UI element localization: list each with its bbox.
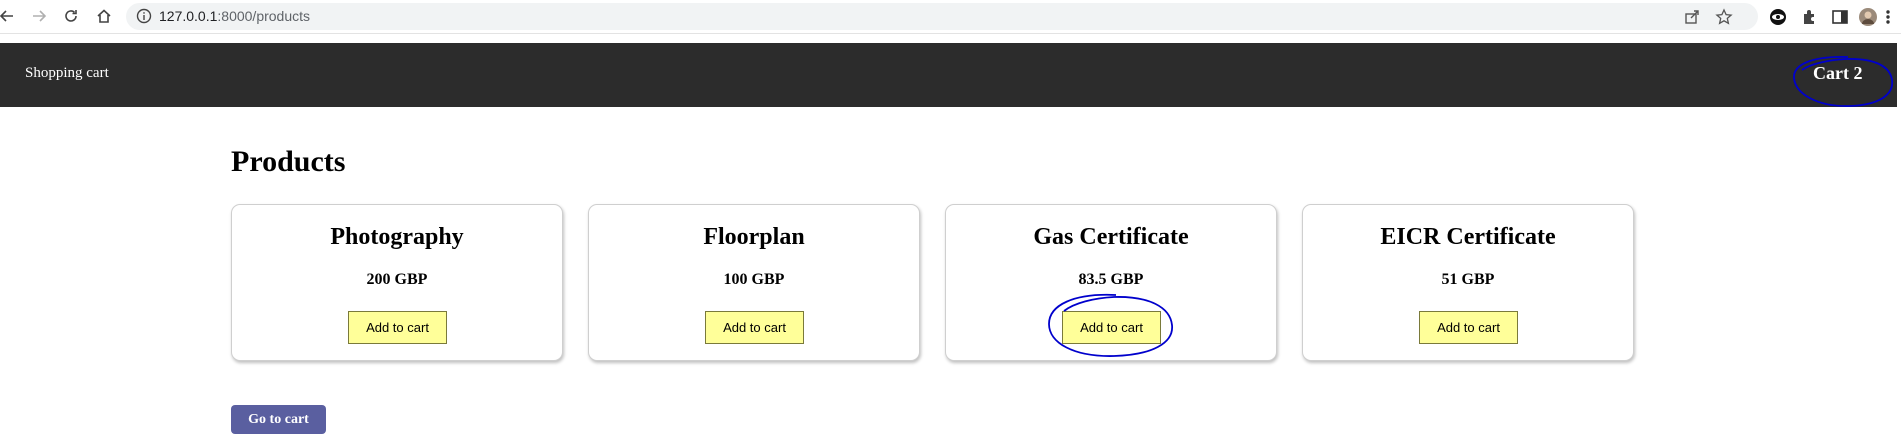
back-icon[interactable]: [0, 5, 18, 27]
url-path: :8000/products: [217, 8, 311, 24]
product-card-photography: Photography 200 GBP Add to cart: [231, 204, 563, 361]
browser-menu-icon[interactable]: [1881, 7, 1895, 27]
add-to-cart-button[interactable]: Add to cart: [1419, 311, 1518, 344]
brand-link[interactable]: Shopping cart: [25, 65, 109, 82]
forward-icon[interactable]: [28, 5, 50, 27]
profile-avatar-icon[interactable]: [1858, 7, 1878, 27]
product-name: EICR Certificate: [1380, 224, 1556, 250]
page-title: Products: [231, 145, 346, 178]
share-icon[interactable]: [1683, 8, 1701, 26]
annotation-circle-add-button: [1048, 293, 1173, 357]
annotation-circle-cart: [1793, 56, 1893, 107]
side-panel-icon[interactable]: [1830, 7, 1850, 27]
add-to-cart-button[interactable]: Add to cart: [348, 311, 447, 344]
extensions-puzzle-icon[interactable]: [1800, 7, 1820, 27]
site-info-icon[interactable]: [136, 8, 152, 24]
go-to-cart-button[interactable]: Go to cart: [231, 405, 326, 434]
product-price: 83.5 GBP: [1078, 271, 1144, 288]
product-price: 200 GBP: [366, 271, 428, 288]
product-name: Gas Certificate: [1033, 224, 1189, 250]
product-card-eicr-certificate: EICR Certificate 51 GBP Add to cart: [1302, 204, 1634, 361]
app-navbar: Shopping cart Cart 2: [0, 43, 1897, 107]
reload-icon[interactable]: [60, 5, 82, 27]
product-price: 100 GBP: [723, 271, 785, 288]
url-host: 127.0.0.1: [159, 8, 218, 24]
add-to-cart-button[interactable]: Add to cart: [705, 311, 804, 344]
browser-toolbar: 127.0.0.1:8000/products: [0, 0, 1901, 34]
product-price: 51 GBP: [1441, 271, 1495, 288]
product-name: Photography: [330, 224, 464, 250]
bookmark-star-icon[interactable]: [1715, 8, 1733, 26]
url-text: 127.0.0.1:8000/products: [159, 8, 310, 24]
home-icon[interactable]: [93, 5, 115, 27]
product-name: Floorplan: [703, 224, 805, 250]
address-bar[interactable]: 127.0.0.1:8000/products: [126, 3, 1758, 30]
extension-eye-icon[interactable]: [1768, 7, 1788, 27]
product-card-floorplan: Floorplan 100 GBP Add to cart: [588, 204, 920, 361]
